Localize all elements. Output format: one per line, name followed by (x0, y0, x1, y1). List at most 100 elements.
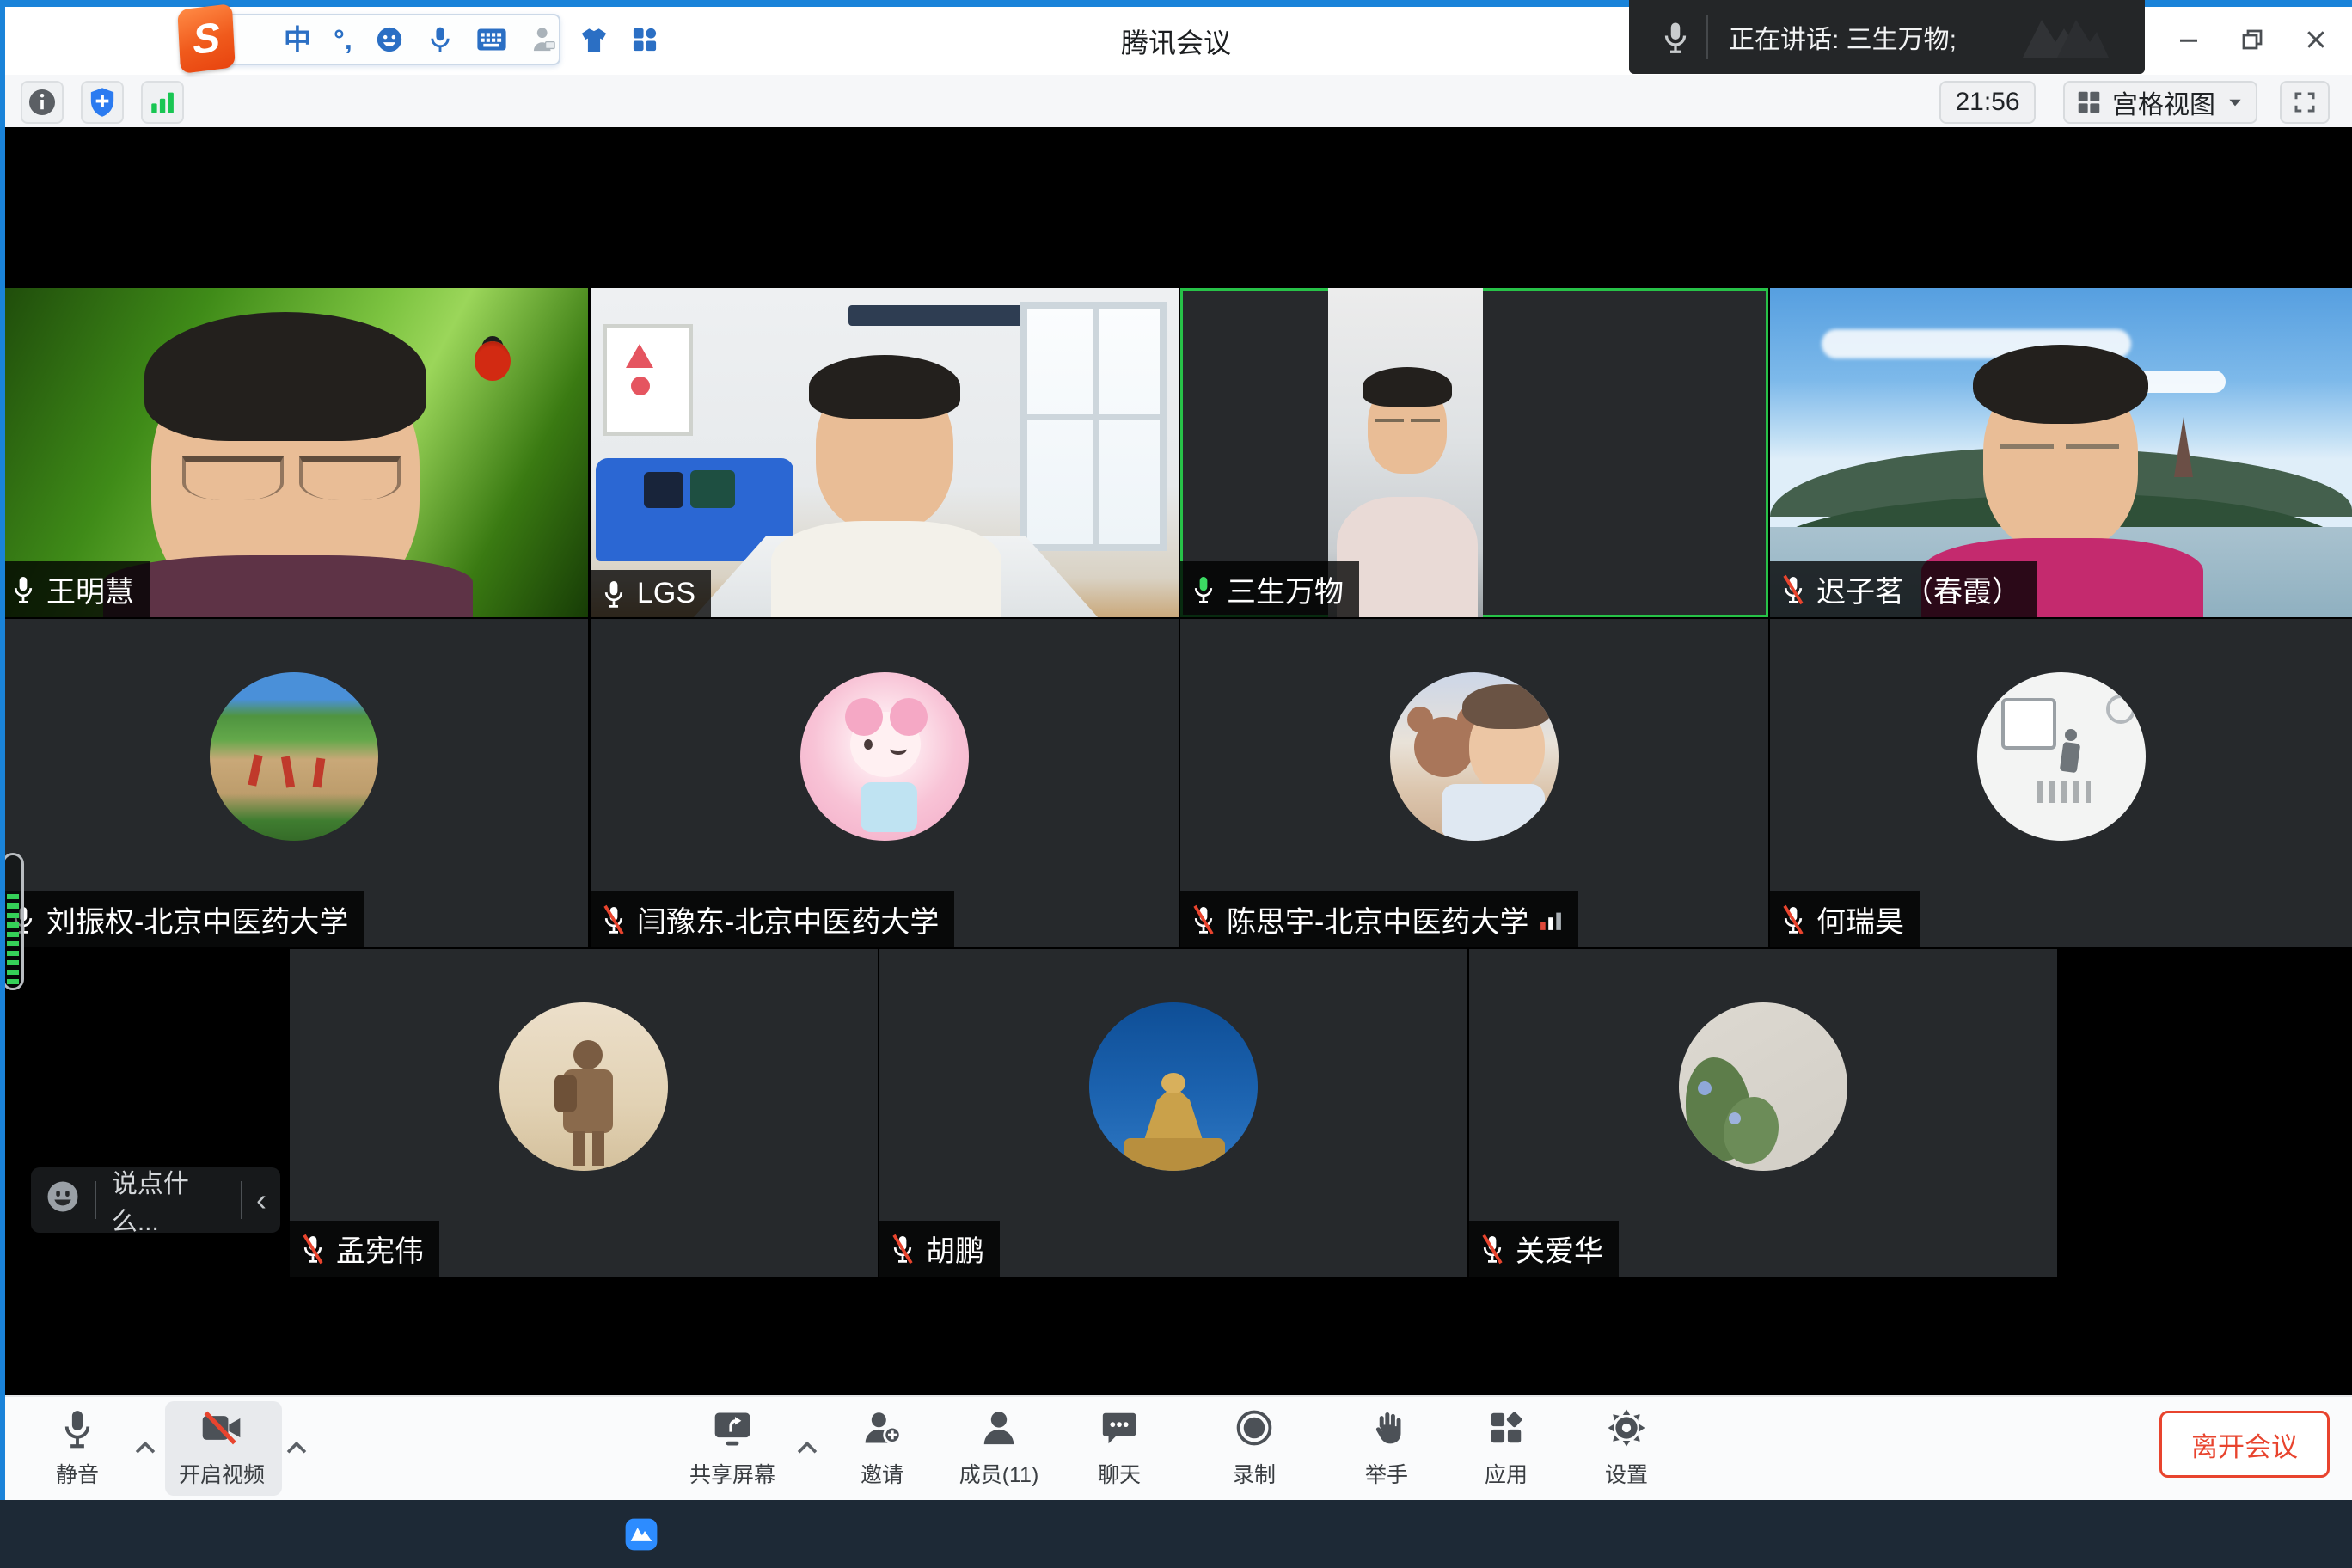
participant-nameplate: 关爱华 (1469, 1221, 1619, 1277)
collapse-chat-button[interactable]: ‹ (256, 1182, 266, 1218)
chat-icon (1099, 1408, 1139, 1448)
tencent-meeting-watermark-icon (2012, 9, 2116, 64)
chat-button[interactable]: 聊天 (1066, 1405, 1173, 1494)
meeting-toolbar (5, 1395, 2352, 1502)
record-icon (1234, 1408, 1274, 1448)
mic-muted-icon (300, 1234, 326, 1265)
leave-meeting-button[interactable]: 离开会议 (2159, 1411, 2330, 1478)
window-border-left (0, 0, 5, 1500)
handwriting-icon[interactable] (530, 25, 557, 54)
emoji-picker-icon[interactable] (375, 25, 404, 54)
mic-muted-icon (1479, 1234, 1505, 1265)
participant-nameplate: 闫豫东-北京中医药大学 (591, 891, 954, 947)
participant-tile[interactable]: 胡鹏 (879, 949, 1467, 1277)
mic-on-icon (601, 579, 627, 609)
restore-button[interactable] (2228, 15, 2276, 64)
participant-hair (1363, 367, 1452, 407)
tencent-meeting-icon (623, 1516, 659, 1553)
network-status-button[interactable] (141, 81, 184, 124)
participant-hair (809, 355, 960, 419)
view-mode-selector[interactable]: 宫格视图 (2063, 81, 2257, 124)
apps-button[interactable]: 应用 (1453, 1405, 1559, 1494)
share-options-chevron[interactable] (793, 1434, 822, 1463)
meeting-info-button[interactable] (21, 81, 64, 124)
glasses (2000, 444, 2054, 466)
participant-tile[interactable]: 迟子茗（春霞） (1770, 288, 2352, 617)
video-options-chevron[interactable] (282, 1434, 311, 1463)
participant-name: 闫豫东-北京中医药大学 (637, 898, 939, 940)
participant-nameplate: 何瑞昊 (1770, 891, 1920, 947)
avatar (1390, 672, 1559, 841)
glasses (2066, 444, 2119, 466)
record-button[interactable]: 录制 (1201, 1405, 1308, 1494)
glasses (1375, 419, 1404, 434)
participant-tile[interactable]: 陈思宇-北京中医药大学 (1180, 619, 1768, 947)
glasses (1411, 419, 1440, 434)
members-button[interactable]: 成员(11) (946, 1405, 1052, 1494)
punctuation-icon[interactable]: °, (334, 26, 352, 53)
avatar (1977, 672, 2146, 841)
participant-name: 何瑞昊 (1816, 898, 1904, 940)
participant-name: 迟子茗（春霞） (1816, 568, 2021, 610)
participant-name: 胡鹏 (926, 1228, 984, 1270)
participant-shoulders (771, 521, 1001, 617)
window (1020, 302, 1167, 551)
invite-icon (861, 1408, 903, 1448)
mic-muted-icon (601, 904, 627, 935)
participant-hair (144, 312, 426, 441)
close-button[interactable] (2292, 15, 2340, 64)
mic-muted-icon (1191, 904, 1216, 935)
participant-name: 关爱华 (1516, 1228, 1603, 1270)
participant-tile[interactable]: LGS (591, 288, 1179, 617)
sogou-input-toolbar: 中 °, (217, 14, 560, 65)
toolbox-icon[interactable] (631, 26, 658, 53)
skin-icon[interactable] (579, 26, 609, 53)
participant-tile-active-speaker[interactable]: 三生万物 (1180, 288, 1768, 617)
participant-tile[interactable]: 孟宪伟 (290, 949, 878, 1277)
tencent-meeting-taskbar-button[interactable] (603, 1500, 680, 1568)
settings-gear-icon (1607, 1408, 1646, 1448)
participant-hair (1973, 345, 2148, 424)
participant-name: 孟宪伟 (336, 1228, 424, 1270)
minimize-button[interactable] (2165, 15, 2213, 64)
poor-network-icon (1539, 908, 1563, 932)
mute-button[interactable]: 静音 (24, 1405, 131, 1494)
avatar (499, 1002, 668, 1171)
participant-name: LGS (637, 577, 695, 610)
fullscreen-button[interactable] (2280, 81, 2330, 124)
mic-muted-icon (1780, 904, 1806, 935)
divider (241, 1181, 242, 1219)
view-mode-label: 宫格视图 (2112, 83, 2215, 121)
invite-button[interactable]: 邀请 (829, 1405, 935, 1494)
participant-tile[interactable]: 王明慧 (0, 288, 588, 617)
virtual-keyboard-icon[interactable] (476, 27, 507, 52)
security-button[interactable] (81, 81, 124, 124)
participant-nameplate: 胡鹏 (879, 1221, 1000, 1277)
mute-options-chevron[interactable] (131, 1434, 160, 1463)
participant-name: 三生万物 (1227, 568, 1344, 610)
mic-on-icon (10, 574, 36, 605)
sogou-logo-icon[interactable]: S (177, 3, 235, 74)
avatar (1089, 1002, 1258, 1171)
pagoda (2174, 417, 2193, 477)
share-screen-button[interactable]: 共享屏幕 (679, 1405, 786, 1494)
start-video-button[interactable]: 开启视频 (168, 1405, 275, 1494)
emoji-button[interactable] (45, 1179, 81, 1222)
wall-art (603, 324, 693, 436)
voice-input-icon[interactable] (426, 25, 454, 54)
raise-hand-button[interactable]: 举手 (1333, 1405, 1440, 1494)
apps-icon (1486, 1408, 1526, 1448)
participant-tile[interactable]: 刘振权-北京中医药大学 (0, 619, 588, 947)
avatar (210, 672, 378, 841)
mic-muted-icon (1780, 574, 1806, 605)
participant-tile[interactable]: 关爱华 (1469, 949, 2057, 1277)
quick-chat-input[interactable]: 说点什么... (112, 1162, 225, 1238)
participant-tile[interactable]: 闫豫东-北京中医药大学 (591, 619, 1179, 947)
participant-nameplate: 王明慧 (0, 561, 150, 617)
raise-hand-icon (1368, 1408, 1406, 1448)
glasses (299, 456, 401, 500)
participant-tile[interactable]: 何瑞昊 (1770, 619, 2352, 947)
settings-button[interactable]: 设置 (1573, 1405, 1680, 1494)
signal-bars-icon (148, 88, 177, 117)
chinese-mode-icon[interactable]: 中 (284, 26, 311, 53)
